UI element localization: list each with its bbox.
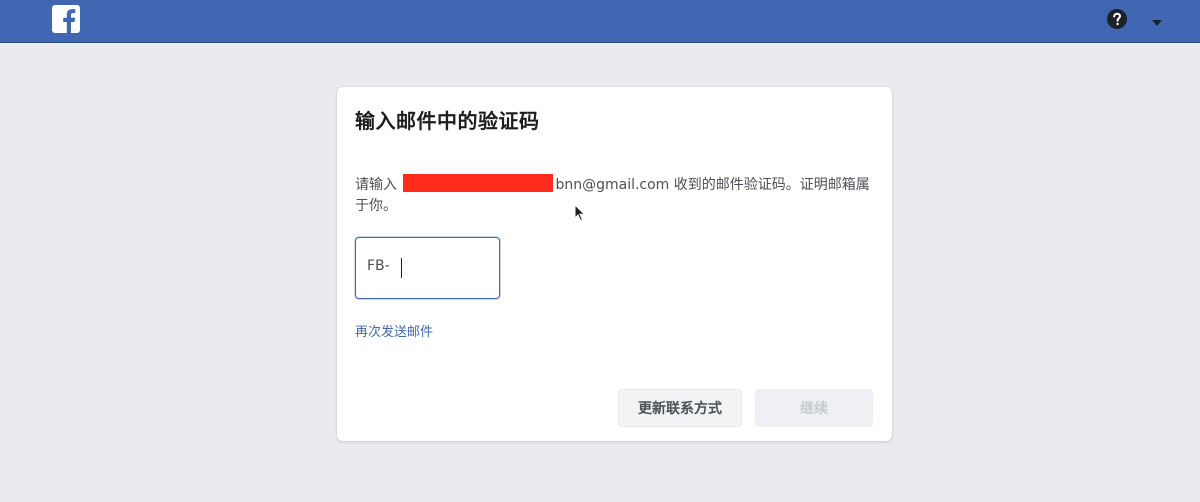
caret-down-icon[interactable] <box>1151 13 1163 26</box>
resend-email-link[interactable]: 再次发送邮件 <box>355 321 433 340</box>
help-question-icon[interactable] <box>1106 8 1128 30</box>
verification-code-field[interactable]: FB- <box>355 237 500 299</box>
dialog-description: 请输入 bnn@gmail.com 收到的邮件验证码。证明邮箱属于你。 <box>355 174 875 217</box>
facebook-logo-icon[interactable] <box>52 5 80 33</box>
code-prefix-label: FB- <box>367 258 390 274</box>
dialog-title: 输入邮件中的验证码 <box>355 109 540 133</box>
verification-dialog: 输入邮件中的验证码 请输入 bnn@gmail.com 收到的邮件验证码。证明邮… <box>337 87 892 441</box>
mouse-pointer-icon <box>574 203 586 222</box>
redacted-email-mask <box>403 174 554 192</box>
continue-button[interactable]: 继续 <box>755 389 873 427</box>
top-navigation-bar <box>0 0 1200 43</box>
text-caret <box>401 258 402 278</box>
verification-code-input[interactable] <box>400 252 490 282</box>
description-prefix: 请输入 <box>355 177 397 193</box>
change-contact-button[interactable]: 更新联系方式 <box>618 389 742 427</box>
description-email-suffix: bnn@gmail.com <box>555 177 670 193</box>
